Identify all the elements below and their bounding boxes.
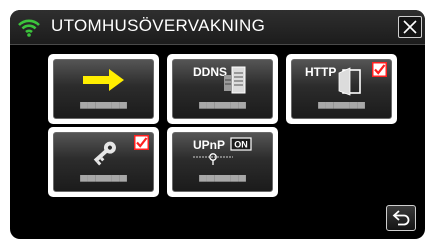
tile-forward-face: ▀▀▀▀▀▀ bbox=[53, 59, 154, 119]
tile-http-label: ▀▀▀▀▀▀ bbox=[318, 103, 365, 115]
camera-screen: UTOMHUSÖVERVAKNING ▀▀▀▀▀▀ DDNS ▀▀▀▀▀▀ HT… bbox=[10, 10, 425, 239]
close-icon bbox=[403, 20, 417, 34]
checkbox-checked-icon bbox=[372, 62, 387, 77]
tile-upnp-label: ▀▀▀▀▀▀ bbox=[199, 176, 246, 188]
tile-http[interactable]: HTTP ▀▀▀▀▀▀ bbox=[286, 54, 397, 124]
tile-forward[interactable]: ▀▀▀▀▀▀ bbox=[48, 54, 159, 124]
upnp-on-badge: ON bbox=[234, 140, 248, 150]
tile-upnp-face: UPnP ON ▀▀▀▀▀▀ bbox=[172, 132, 273, 192]
arrow-right-icon bbox=[83, 69, 124, 91]
back-icon bbox=[392, 210, 410, 226]
checkbox-checked-icon bbox=[134, 135, 149, 150]
tile-password-face: ▀▀▀▀▀▀ bbox=[53, 132, 154, 192]
http-icon-text: HTTP bbox=[305, 65, 336, 79]
ddns-icon-text: DDNS bbox=[193, 65, 227, 79]
title-bar: UTOMHUSÖVERVAKNING bbox=[10, 10, 425, 45]
tile-ddns-face: DDNS ▀▀▀▀▀▀ bbox=[172, 59, 273, 119]
close-button[interactable] bbox=[398, 16, 422, 38]
page-title: UTOMHUSÖVERVAKNING bbox=[51, 16, 266, 35]
tile-ddns[interactable]: DDNS ▀▀▀▀▀▀ bbox=[167, 54, 278, 124]
tile-forward-label: ▀▀▀▀▀▀ bbox=[80, 103, 127, 115]
tile-upnp[interactable]: UPnP ON ▀▀▀▀▀▀ bbox=[167, 127, 278, 197]
tile-password[interactable]: ▀▀▀▀▀▀ bbox=[48, 127, 159, 197]
tile-password-label: ▀▀▀▀▀▀ bbox=[80, 176, 127, 188]
tile-ddns-label: ▀▀▀▀▀▀ bbox=[199, 103, 246, 115]
ddns-icon: DDNS bbox=[193, 65, 246, 94]
wifi-icon bbox=[18, 19, 40, 37]
tile-http-face: HTTP ▀▀▀▀▀▀ bbox=[291, 59, 392, 119]
back-button[interactable] bbox=[386, 205, 416, 231]
upnp-icon: UPnP ON bbox=[193, 137, 252, 165]
upnp-icon-text: UPnP bbox=[193, 138, 225, 152]
